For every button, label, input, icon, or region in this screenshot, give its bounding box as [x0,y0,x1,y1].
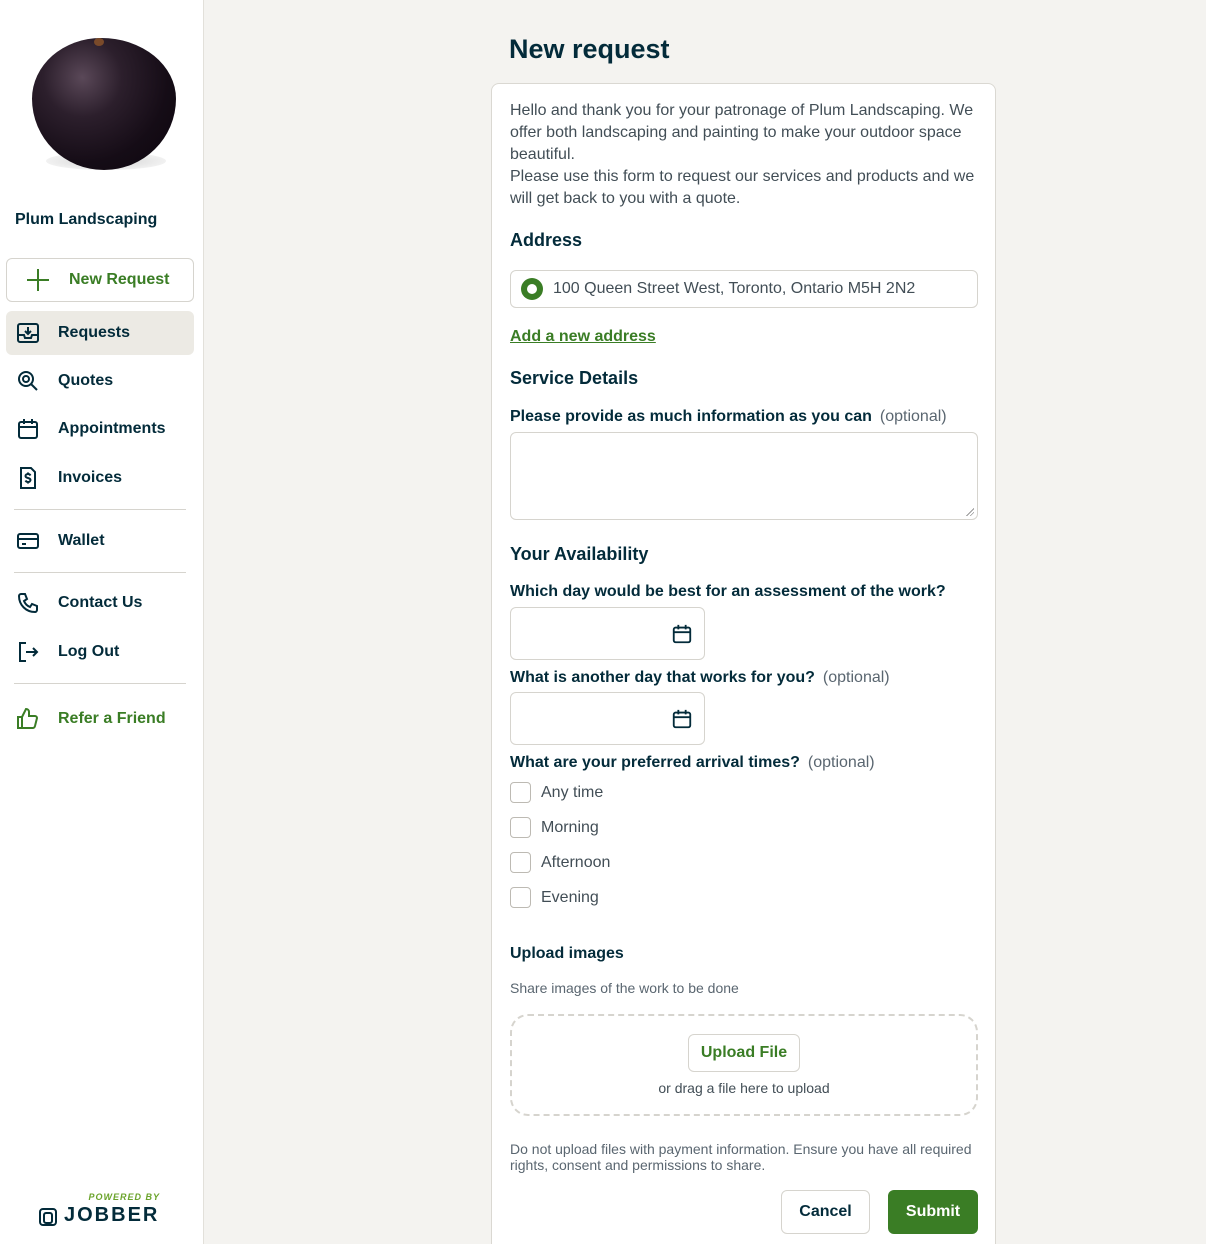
sidebar-item-contact[interactable]: Contact Us [6,581,194,625]
sidebar-item-label: Contact Us [58,594,143,611]
service-description-label: Please provide as much information as yo… [510,408,947,426]
company-logo [26,32,182,182]
sidebar-item-label: Appointments [58,420,166,437]
alternate-day-label: What is another day that works for you? (… [510,669,890,687]
checkbox-label: Any time [541,783,604,801]
preferred-day-input[interactable] [510,607,705,660]
calendar-icon [16,417,40,441]
sidebar-item-refer[interactable]: Refer a Friend [6,697,194,741]
plus-icon [27,269,49,291]
company-name: Plum Landscaping [15,211,158,228]
sidebar-item-invoices[interactable]: Invoices [6,456,194,500]
powered-by-jobber: POWERED BY JOBBER [38,1192,162,1232]
inbox-download-icon [16,321,40,345]
upload-images-heading: Upload images [510,945,624,962]
checkbox[interactable] [510,852,531,873]
plum-stem [94,38,104,46]
upload-images-subtitle: Share images of the work to be done [510,980,739,996]
intro-text: Hello and thank you for your patronage o… [510,100,980,210]
new-request-label: New Request [69,271,170,288]
arrival-times-label: What are your preferred arrival times? (o… [510,754,875,772]
sidebar-item-logout[interactable]: Log Out [6,630,194,674]
address-option[interactable]: 100 Queen Street West, Toronto, Ontario … [510,270,978,308]
invoice-dollar-icon [16,466,40,490]
quote-magnify-icon [16,369,40,393]
sidebar-item-label: Quotes [58,372,114,389]
service-description-input[interactable] [510,432,978,520]
drag-hint: or drag a file here to upload [658,1080,830,1096]
powered-by-text: POWERED BY [88,1192,160,1202]
add-address-link[interactable]: Add a new address [510,328,656,346]
arrival-option-evening[interactable]: Evening [510,887,599,908]
alternate-day-input[interactable] [510,692,705,745]
cancel-button[interactable]: Cancel [781,1190,870,1234]
jobber-brand: JOBBER [64,1204,160,1226]
calendar-icon[interactable] [671,623,693,650]
sidebar-item-label: Requests [58,324,131,341]
intro-paragraph-2: Please use this form to request our serv… [510,168,975,207]
checkbox[interactable] [510,887,531,908]
arrival-option-morning[interactable]: Morning [510,817,599,838]
arrival-option-afternoon[interactable]: Afternoon [510,852,610,873]
submit-button[interactable]: Submit [888,1190,978,1234]
address-text: 100 Queen Street West, Toronto, Ontario … [553,280,916,297]
sidebar-item-label: Invoices [58,469,123,486]
checkbox-label: Morning [541,818,599,836]
checkbox[interactable] [510,782,531,803]
sidebar-item-label: Log Out [58,643,120,660]
availability-heading: Your Availability [510,544,649,564]
sidebar: Plum Landscaping New Request Requests Qu… [0,0,204,1244]
service-label-text: Please provide as much information as yo… [510,408,872,425]
thumbs-up-icon [16,707,40,731]
sidebar-divider [14,509,186,510]
checkbox-label: Evening [541,888,599,906]
optional-tag: (optional) [807,754,875,771]
intro-paragraph-1: Hello and thank you for your patronage o… [510,102,974,163]
sidebar-divider [14,683,186,684]
sidebar-item-label: Wallet [58,532,105,549]
radio-selected-icon[interactable] [521,278,543,300]
address-heading: Address [510,230,583,250]
arrival-times-label-text: What are your preferred arrival times? [510,754,800,771]
preferred-day-label: Which day would be best for an assessmen… [510,583,946,600]
page-title: New request [509,34,670,64]
phone-icon [16,591,40,615]
alternate-day-label-text: What is another day that works for you? [510,669,815,686]
upload-disclaimer: Do not upload files with payment informa… [510,1141,972,1173]
sidebar-item-label: Refer a Friend [58,710,166,727]
arrival-option-any-time[interactable]: Any time [510,782,603,803]
plum-image [32,38,176,170]
sidebar-item-requests[interactable]: Requests [6,311,194,355]
sidebar-item-wallet[interactable]: Wallet [6,519,194,563]
new-request-button[interactable]: New Request [6,258,194,302]
logout-icon [16,640,40,664]
optional-tag: (optional) [879,408,947,425]
calendar-icon[interactable] [671,708,693,735]
credit-card-icon [16,529,40,553]
service-details-heading: Service Details [510,368,639,388]
sidebar-item-appointments[interactable]: Appointments [6,407,194,451]
sidebar-item-quotes[interactable]: Quotes [6,359,194,403]
checkbox-label: Afternoon [541,853,611,871]
resize-grip-icon[interactable] [966,508,974,516]
checkbox[interactable] [510,817,531,838]
jobber-logo-icon [38,1207,58,1227]
sidebar-divider [14,572,186,573]
upload-file-button[interactable]: Upload File [688,1034,800,1072]
optional-tag: (optional) [822,669,890,686]
